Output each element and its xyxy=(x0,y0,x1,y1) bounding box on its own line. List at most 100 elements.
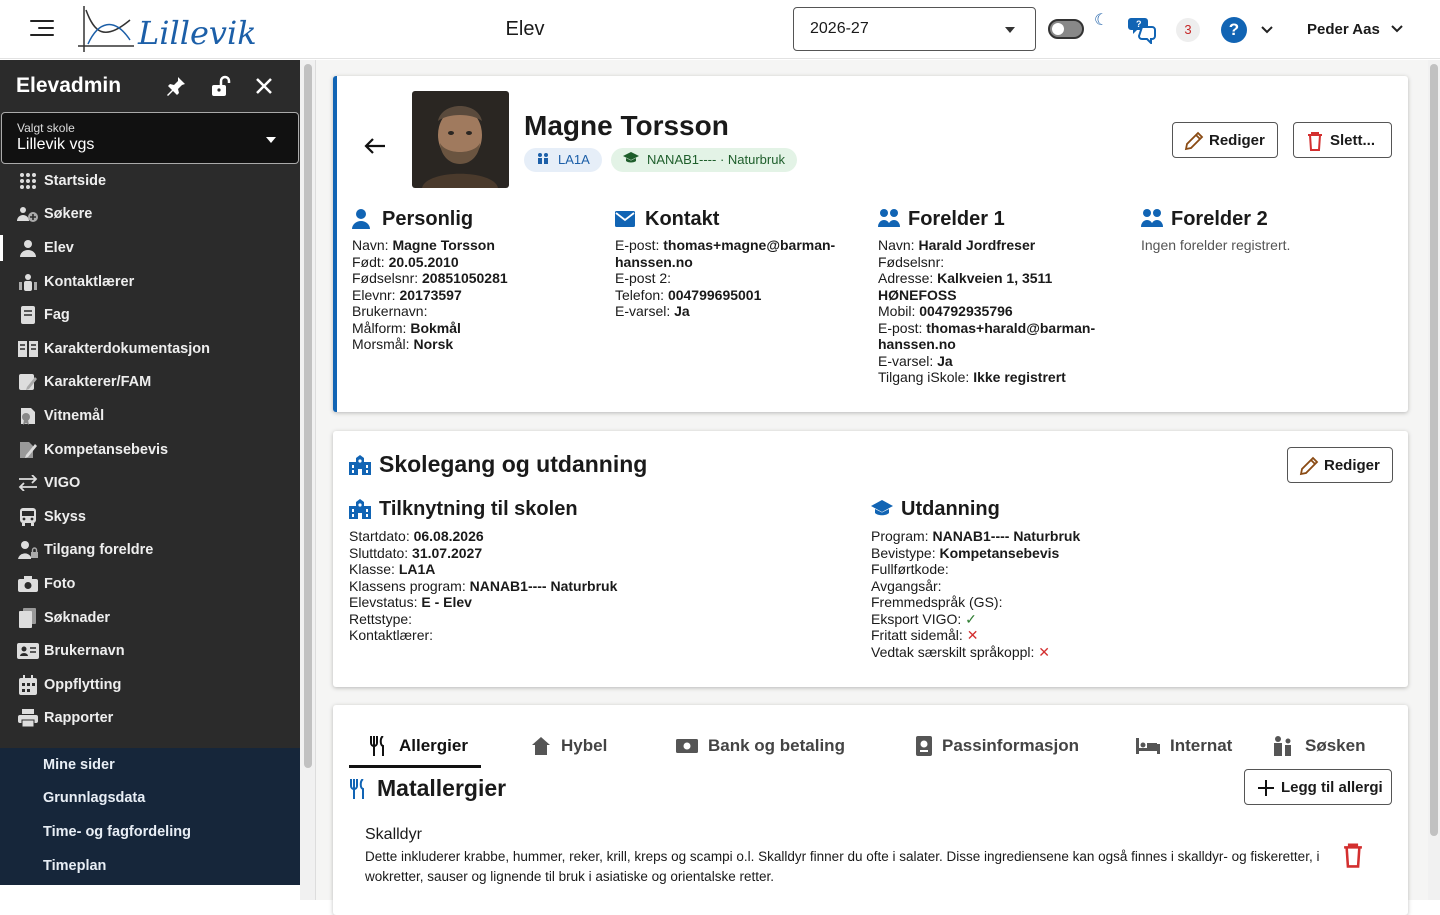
attachment-title: Tilknytning til skolen xyxy=(379,498,578,520)
sidebar-item-label: Fag xyxy=(44,307,70,324)
help-icon[interactable]: ? xyxy=(1221,17,1247,43)
personal-title: Personlig xyxy=(382,208,474,230)
year-select[interactable]: 2026-27 xyxy=(793,7,1036,51)
tab-label: Passinformasjon xyxy=(942,736,1079,755)
program-chip-label: NANAB1---- · Naturbruk xyxy=(647,152,785,167)
tab-hybel[interactable]: Hybel xyxy=(481,725,616,767)
unlock-icon[interactable] xyxy=(208,74,232,98)
bus-icon xyxy=(17,507,39,527)
class-chip-label: LA1A xyxy=(558,152,590,167)
chat-help-icon[interactable]: ? xyxy=(1128,14,1158,46)
sidebar-item-label: Oppflytting xyxy=(44,676,122,693)
menu-icon[interactable] xyxy=(30,20,54,38)
allergy-item: Skalldyr Dette inkluderer krabbe, hummer… xyxy=(365,825,1325,887)
user-chevron-down-icon[interactable] xyxy=(1390,22,1404,36)
student-card: Magne Torsson LA1A NANAB1---- · Naturbru… xyxy=(333,76,1408,412)
users-plus-icon xyxy=(17,204,39,224)
sidebar-sub-menu: Mine sider Grunnlagsdata Time- og fagfor… xyxy=(0,748,300,885)
sidebar-item-foto[interactable]: Foto xyxy=(0,567,300,601)
chevron-down-icon[interactable] xyxy=(1260,23,1274,37)
field-row: E-post 2: xyxy=(615,270,672,286)
edit-student-button[interactable]: Rediger xyxy=(1172,122,1278,158)
sidebar-item-skyss[interactable]: Skyss xyxy=(0,500,300,534)
graduation-cap-icon xyxy=(871,500,893,516)
user-name[interactable]: Peder Aas xyxy=(1307,21,1380,38)
tab-allergier[interactable]: Allergier xyxy=(349,725,481,768)
allergies-title-text: Matallergier xyxy=(377,775,507,801)
delete-allergy-trash-icon[interactable] xyxy=(1339,841,1367,869)
field-row: Adresse: Kalkveien 1, 3511 HØNEFOSS xyxy=(878,270,1053,303)
sidebar-item-vitnemal[interactable]: Vitnemål xyxy=(0,399,300,433)
tab-label: Bank og betaling xyxy=(708,736,845,755)
pencil-icon xyxy=(1299,456,1319,476)
sub-item-grunnlagsdata[interactable]: Grunnlagsdata xyxy=(0,782,300,816)
close-icon[interactable] xyxy=(252,74,276,98)
sidebar-item-rapporter[interactable]: Rapporter xyxy=(0,702,300,736)
sidebar-item-fag[interactable]: Fag xyxy=(0,298,300,332)
plus-icon xyxy=(1258,780,1274,796)
school-select[interactable]: Valgt skole Lillevik vgs xyxy=(1,112,299,164)
sidebar-item-karakterer-fam[interactable]: Karakterer/FAM xyxy=(0,366,300,400)
scrollbar-thumb[interactable] xyxy=(1430,64,1438,836)
back-arrow-icon[interactable] xyxy=(363,132,387,163)
field-row: Klassens program: NANAB1---- Naturbruk xyxy=(349,577,618,594)
sidebar-item-brukernavn[interactable]: Brukernavn xyxy=(0,634,300,668)
sub-item-time-og-fagfordeling[interactable]: Time- og fagfordeling xyxy=(0,815,300,849)
contact-title: Kontakt xyxy=(645,208,720,230)
program-chip[interactable]: NANAB1---- · Naturbruk xyxy=(611,148,797,172)
sidebar-item-sokere[interactable]: Søkere xyxy=(0,198,300,232)
sidebar-item-kontaktlaerer[interactable]: Kontaktlærer xyxy=(0,265,300,299)
tab-bank[interactable]: Bank og betaling xyxy=(616,725,856,767)
education-title: Utdanning xyxy=(901,498,1000,520)
dark-mode-toggle[interactable] xyxy=(1048,19,1084,39)
camera-icon xyxy=(17,574,39,594)
main-content: Magne Torsson LA1A NANAB1---- · Naturbru… xyxy=(316,60,1428,915)
field-row: Tilgang iSkole: Ikke registrert xyxy=(878,369,1066,385)
logo: Lillevik xyxy=(74,2,257,56)
pen-doc-icon xyxy=(17,440,39,460)
passport-icon xyxy=(916,736,932,756)
delete-student-button[interactable]: Slett... xyxy=(1293,122,1392,158)
tab-passinformasjon[interactable]: Passinformasjon xyxy=(856,725,1091,767)
sidebar-scrollbar[interactable] xyxy=(300,60,316,900)
field-row: Sluttdato: 31.07.2027 xyxy=(349,544,483,561)
edit-schooling-label: Rediger xyxy=(1324,456,1380,474)
sidebar-item-soknader[interactable]: Søknader xyxy=(0,601,300,635)
page-title: Elev xyxy=(505,18,545,40)
field-row: E-varsel: Ja xyxy=(615,303,690,319)
sidebar-item-label: Tilgang foreldre xyxy=(44,542,154,559)
tab-sosken[interactable]: Søsken xyxy=(1251,725,1391,767)
add-allergy-button[interactable]: Legg til allergi xyxy=(1244,769,1392,805)
main-scrollbar[interactable] xyxy=(1428,60,1440,900)
notification-badge[interactable]: 3 xyxy=(1176,18,1200,42)
pencil-icon xyxy=(1184,131,1204,151)
year-value: 2026-27 xyxy=(810,20,869,37)
sidebar-item-startside[interactable]: Startside xyxy=(0,164,300,198)
sidebar-item-label: Vitnemål xyxy=(44,407,105,424)
cross-icon: ✕ xyxy=(1038,643,1051,660)
sidebar-item-vigo[interactable]: VIGO xyxy=(0,466,300,500)
sidebar-item-elev[interactable]: Elev xyxy=(0,231,300,265)
sidebar-item-karakterdokumentasjon[interactable]: Karakterdokumentasjon xyxy=(0,332,300,366)
tab-internat[interactable]: Internat xyxy=(1091,725,1251,767)
school-select-label: Valgt skole xyxy=(17,121,75,135)
sidebar-title: Elevadmin xyxy=(16,74,122,97)
sub-item-mine-sider[interactable]: Mine sider xyxy=(0,748,300,782)
sidebar-item-oppflytting[interactable]: Oppflytting xyxy=(0,668,300,702)
sidebar-item-label: VIGO xyxy=(44,475,81,492)
edit-schooling-button[interactable]: Rediger xyxy=(1287,447,1393,483)
cutlery-icon xyxy=(350,778,364,799)
envelope-icon xyxy=(615,209,637,229)
person-icon xyxy=(17,238,39,258)
top-bar: Lillevik Elev 2026-27 ☾ ? 3 ? Peder Aas xyxy=(0,0,1440,59)
allergy-name: Skalldyr xyxy=(365,826,422,843)
class-chip[interactable]: LA1A xyxy=(524,148,602,172)
parents-icon xyxy=(1141,209,1163,229)
parents-icon xyxy=(878,209,900,229)
pin-icon[interactable] xyxy=(164,74,188,98)
scrollbar-thumb[interactable] xyxy=(304,64,312,768)
sidebar-item-tilgang-foreldre[interactable]: Tilgang foreldre xyxy=(0,534,300,568)
sidebar-item-label: Startside xyxy=(44,172,107,189)
sub-item-timeplan[interactable]: Timeplan xyxy=(0,849,300,883)
sidebar-item-kompetansebevis[interactable]: Kompetansebevis xyxy=(0,433,300,467)
